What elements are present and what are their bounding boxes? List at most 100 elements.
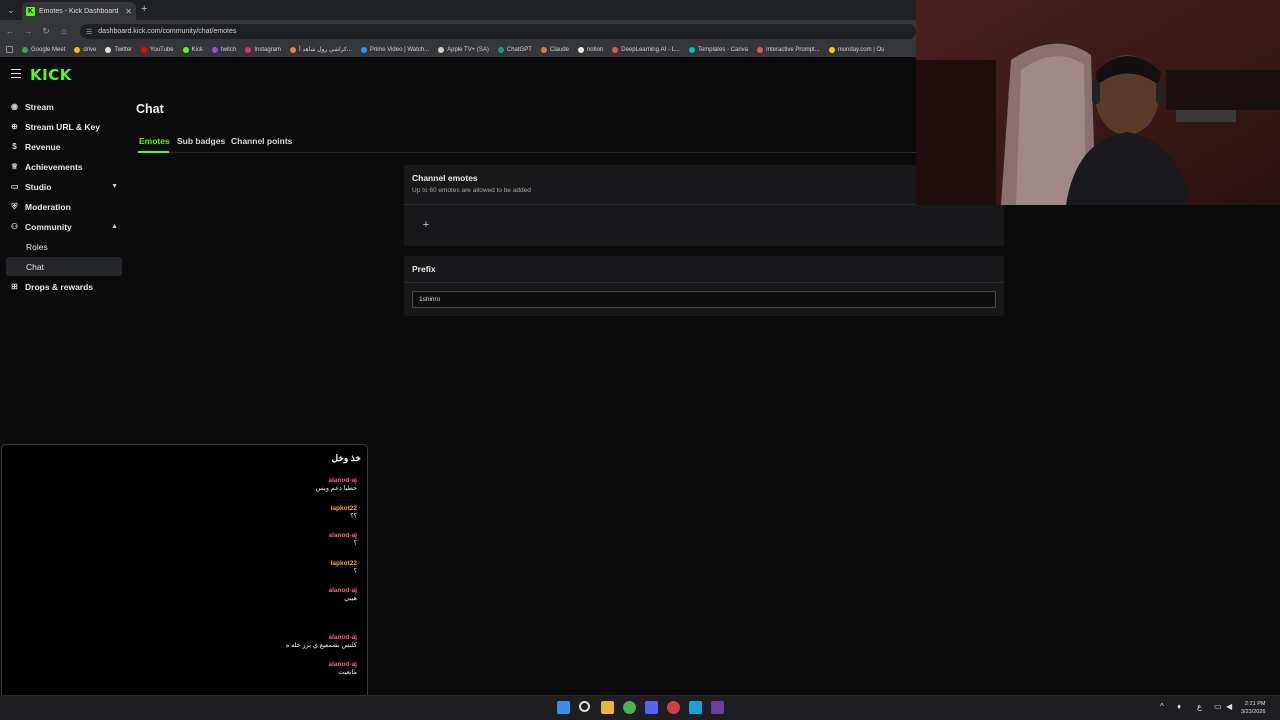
bookmark-item[interactable]: Instagram bbox=[245, 46, 281, 53]
gift-icon: ⊞ bbox=[11, 282, 18, 291]
volume-icon[interactable]: ◀ bbox=[1226, 702, 1232, 711]
sidebar-item-achievements[interactable]: ♕ Achievements bbox=[6, 157, 122, 176]
claude-icon bbox=[540, 46, 547, 53]
taskbar bbox=[0, 695, 1280, 720]
card-title: Channel emotes bbox=[412, 173, 478, 183]
active-tab-indicator bbox=[138, 151, 169, 153]
file-explorer-icon[interactable] bbox=[601, 701, 614, 714]
microphone-icon[interactable]: ♦ bbox=[1177, 702, 1181, 711]
bookmark-item[interactable]: Interactive Prompt... bbox=[757, 46, 820, 53]
tab-channel-points[interactable]: Channel points bbox=[231, 136, 292, 146]
forward-button[interactable]: → bbox=[21, 24, 35, 38]
chat-text: كلنس بشمعيع ي بزر خله ه bbox=[285, 642, 357, 649]
bookmark-item[interactable]: YouTube bbox=[141, 46, 174, 53]
sidebar-item-stream[interactable]: ◉ Stream bbox=[6, 97, 122, 116]
tab-emotes[interactable]: Emotes bbox=[139, 136, 170, 146]
chat-username: lapkot22 bbox=[330, 560, 357, 567]
chat-username: alanod-aj bbox=[328, 634, 357, 641]
home-button[interactable]: ⌂ bbox=[57, 24, 71, 38]
webcam-image bbox=[916, 0, 1280, 205]
bookmark-item[interactable]: كراشي رول شاهد أ... bbox=[290, 46, 352, 53]
shield-icon: ⛨ bbox=[11, 202, 18, 211]
reload-button[interactable]: ↻ bbox=[39, 24, 53, 38]
menu-icon[interactable] bbox=[11, 69, 21, 78]
browser-tab[interactable]: K Emotes - Kick Dashboard ✕ bbox=[22, 2, 136, 20]
kick-logo[interactable]: KICK bbox=[30, 66, 72, 84]
search-icon[interactable] bbox=[579, 701, 590, 712]
apps-grid-icon[interactable] bbox=[6, 46, 13, 53]
youtube-icon bbox=[141, 46, 148, 53]
page-title: Chat bbox=[136, 102, 164, 116]
sidebar-item-chat[interactable]: Chat bbox=[6, 257, 122, 276]
back-button[interactable]: ← bbox=[3, 24, 17, 38]
bookmark-item[interactable]: Apple TV+ (SA) bbox=[438, 46, 489, 53]
clock-time: 2:21 PM bbox=[1244, 701, 1266, 707]
monitor-icon: ▭ bbox=[10, 182, 19, 191]
bookmark-item[interactable]: Google Meet bbox=[22, 46, 65, 53]
bookmark-item[interactable]: drive bbox=[74, 46, 96, 53]
clock-date: 3/23/2026 bbox=[1241, 709, 1266, 715]
sidebar-item-stream-url-key[interactable]: ⊕ Stream URL & Key bbox=[6, 117, 122, 136]
app-icon[interactable] bbox=[711, 701, 724, 714]
channel-emotes-card: Channel emotes Up to 60 emotes are allow… bbox=[404, 165, 1004, 246]
bookmark-item[interactable]: Twitter bbox=[105, 46, 132, 53]
sidebar-item-studio[interactable]: ▭ Studio ▼ bbox=[6, 177, 122, 196]
tab-sub-badges[interactable]: Sub badges bbox=[177, 136, 225, 146]
bookmark-item[interactable]: monday.com | Ou bbox=[828, 46, 885, 53]
people-icon: ⚇ bbox=[10, 222, 19, 231]
site-info-icon[interactable]: ☰ bbox=[86, 28, 92, 36]
drive-icon bbox=[74, 46, 81, 53]
language-icon[interactable]: ع bbox=[1197, 702, 1202, 711]
deeplearning-icon bbox=[612, 46, 619, 53]
chat-username: alanod-aj bbox=[328, 532, 357, 539]
bookmark-item[interactable]: notion bbox=[577, 46, 603, 53]
chat-message: alanod-aj ؟ bbox=[328, 532, 357, 547]
canva-icon bbox=[688, 46, 695, 53]
apple-icon bbox=[438, 46, 445, 53]
taskbar-clock[interactable]: 2:21 PM 3/23/2026 bbox=[1241, 700, 1265, 716]
bookmark-item[interactable]: Claude bbox=[540, 46, 569, 53]
prefix-input[interactable]: 1shinro bbox=[412, 291, 996, 308]
chat-message: lapkot22 ؟؟ bbox=[331, 505, 357, 520]
sidebar-item-community[interactable]: ⚇ Community ▲ bbox=[6, 217, 122, 236]
app-icon[interactable] bbox=[689, 701, 702, 714]
divider bbox=[404, 282, 1004, 283]
chat-overlay-title: خذ وخل bbox=[331, 453, 361, 463]
bookmark-item[interactable]: Kick bbox=[182, 46, 203, 53]
chrome-icon[interactable] bbox=[623, 701, 636, 714]
sidebar-item-moderation[interactable]: ⛨ Moderation bbox=[6, 197, 122, 216]
bookmark-item[interactable]: twitch bbox=[211, 46, 236, 53]
chat-message: alanod-aj حطيا دعم ويس bbox=[316, 477, 357, 492]
sidebar-item-roles[interactable]: Roles bbox=[6, 237, 122, 256]
bookmark-item[interactable]: Templates - Canva bbox=[688, 46, 748, 53]
app-icon[interactable] bbox=[667, 701, 680, 714]
bookmark-item[interactable]: Prime Video | Watch... bbox=[360, 46, 429, 53]
bookmarks-bar: Google Meet drive Twitter YouTube Kick t… bbox=[0, 42, 916, 57]
trophy-icon: ♕ bbox=[10, 162, 19, 171]
add-emote-button[interactable]: + bbox=[418, 217, 434, 233]
network-icon[interactable]: ▭ bbox=[1214, 702, 1222, 711]
bookmark-site-icon bbox=[290, 46, 296, 53]
url-field[interactable]: ☰ dashboard.kick.com/community/chat/emot… bbox=[80, 24, 916, 39]
chat-username: lapkot22 bbox=[330, 505, 357, 512]
chevron-down-icon: ▼ bbox=[111, 183, 118, 190]
chat-text: هييي bbox=[344, 595, 357, 602]
kick-favicon-icon: K bbox=[26, 6, 35, 16]
bookmark-site-icon bbox=[757, 46, 763, 53]
sidebar-item-revenue[interactable]: $ Revenue bbox=[6, 137, 122, 156]
chat-username: alanod-aj bbox=[328, 477, 357, 484]
dollar-icon: $ bbox=[12, 142, 17, 151]
new-tab-button[interactable]: + bbox=[141, 3, 147, 15]
chat-text: ؟؟ bbox=[350, 513, 357, 520]
chat-overlay: خذ وخل alanod-aj حطيا دعم ويس lapkot22 ؟… bbox=[1, 444, 368, 720]
bookmark-item[interactable]: ChatGPT bbox=[497, 46, 532, 53]
chat-text: حطيا دعم ويس bbox=[315, 485, 357, 492]
tray-chevron-up-icon[interactable]: ^ bbox=[1160, 702, 1164, 711]
sidebar-item-drops-rewards[interactable]: ⊞ Drops & rewards bbox=[6, 277, 122, 296]
tab-search-icon[interactable]: ⌄ bbox=[4, 3, 18, 17]
bookmark-item[interactable]: DeepLearning.AI - L... bbox=[612, 46, 680, 53]
start-icon[interactable] bbox=[557, 701, 570, 714]
close-tab-icon[interactable]: ✕ bbox=[125, 7, 132, 16]
meet-icon bbox=[22, 46, 28, 53]
discord-icon[interactable] bbox=[645, 701, 658, 714]
